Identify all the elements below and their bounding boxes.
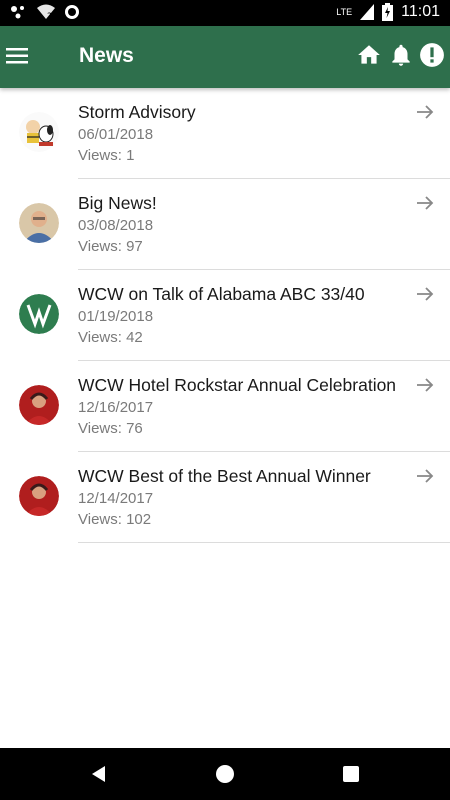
- circle-icon: [65, 5, 79, 19]
- battery-charging-icon: [382, 3, 394, 21]
- list-item[interactable]: Storm Advisory 06/01/2018 Views: 1: [0, 88, 450, 179]
- list-item[interactable]: Big News! 03/08/2018 Views: 97: [0, 179, 450, 270]
- arrow-right-icon[interactable]: [416, 377, 434, 393]
- news-date: 01/19/2018: [78, 308, 154, 325]
- person-red-avatar: [19, 476, 59, 516]
- status-time: 11:01: [401, 3, 440, 20]
- news-title: WCW on Talk of Alabama ABC 33/40: [78, 284, 365, 304]
- list-item[interactable]: WCW Hotel Rockstar Annual Celebration 12…: [0, 361, 450, 452]
- news-views: Views: 76: [78, 420, 143, 437]
- news-date: 12/16/2017: [78, 399, 154, 416]
- network-type: LTE: [336, 7, 353, 17]
- recents-square-icon[interactable]: [339, 762, 363, 786]
- arrow-right-icon[interactable]: [416, 468, 434, 484]
- news-date: 12/14/2017: [78, 490, 154, 507]
- wcw-logo-avatar: [19, 294, 59, 334]
- bell-icon[interactable]: [388, 42, 416, 70]
- news-date: 06/01/2018: [78, 126, 154, 143]
- arrow-right-icon[interactable]: [416, 195, 434, 211]
- list-item[interactable]: WCW on Talk of Alabama ABC 33/40 01/19/2…: [0, 270, 450, 361]
- hamburger-menu-icon[interactable]: [6, 46, 28, 66]
- back-icon[interactable]: [87, 762, 111, 786]
- arrow-right-icon[interactable]: [416, 286, 434, 302]
- news-views: Views: 97: [78, 238, 143, 255]
- person-red-avatar: [19, 385, 59, 425]
- svg-text:?: ?: [47, 12, 52, 20]
- status-bar: ? LTE 11:01: [0, 0, 450, 26]
- page-title: News: [79, 44, 134, 67]
- status-left: ?: [10, 4, 80, 20]
- news-title: WCW Hotel Rockstar Annual Celebration: [78, 375, 397, 395]
- divider: [78, 542, 450, 543]
- signal-icon: [360, 4, 375, 20]
- person-avatar: [19, 203, 59, 243]
- news-views: Views: 102: [78, 511, 152, 528]
- news-date: 03/08/2018: [78, 217, 154, 234]
- arrow-right-icon[interactable]: [416, 104, 434, 120]
- news-list: Storm Advisory 06/01/2018 Views: 1 Big N…: [0, 88, 450, 543]
- news-views: Views: 42: [78, 329, 143, 346]
- alert-icon[interactable]: [419, 42, 447, 70]
- news-title: Storm Advisory: [78, 102, 196, 122]
- news-views: Views: 1: [78, 147, 135, 164]
- news-title: WCW Best of the Best Annual Winner: [78, 466, 371, 486]
- list-item[interactable]: WCW Best of the Best Annual Winner 12/14…: [0, 452, 450, 543]
- home-circle-icon[interactable]: [213, 762, 237, 786]
- wifi-icon: ?: [37, 4, 55, 20]
- news-title: Big News!: [78, 193, 157, 213]
- status-right: LTE 11:01: [336, 3, 440, 21]
- navigation-bar: [0, 748, 450, 800]
- app-bar: News: [0, 26, 450, 88]
- home-icon[interactable]: [356, 42, 384, 70]
- cartoon-avatar: [19, 112, 59, 152]
- notification-dots-icon: [11, 6, 24, 19]
